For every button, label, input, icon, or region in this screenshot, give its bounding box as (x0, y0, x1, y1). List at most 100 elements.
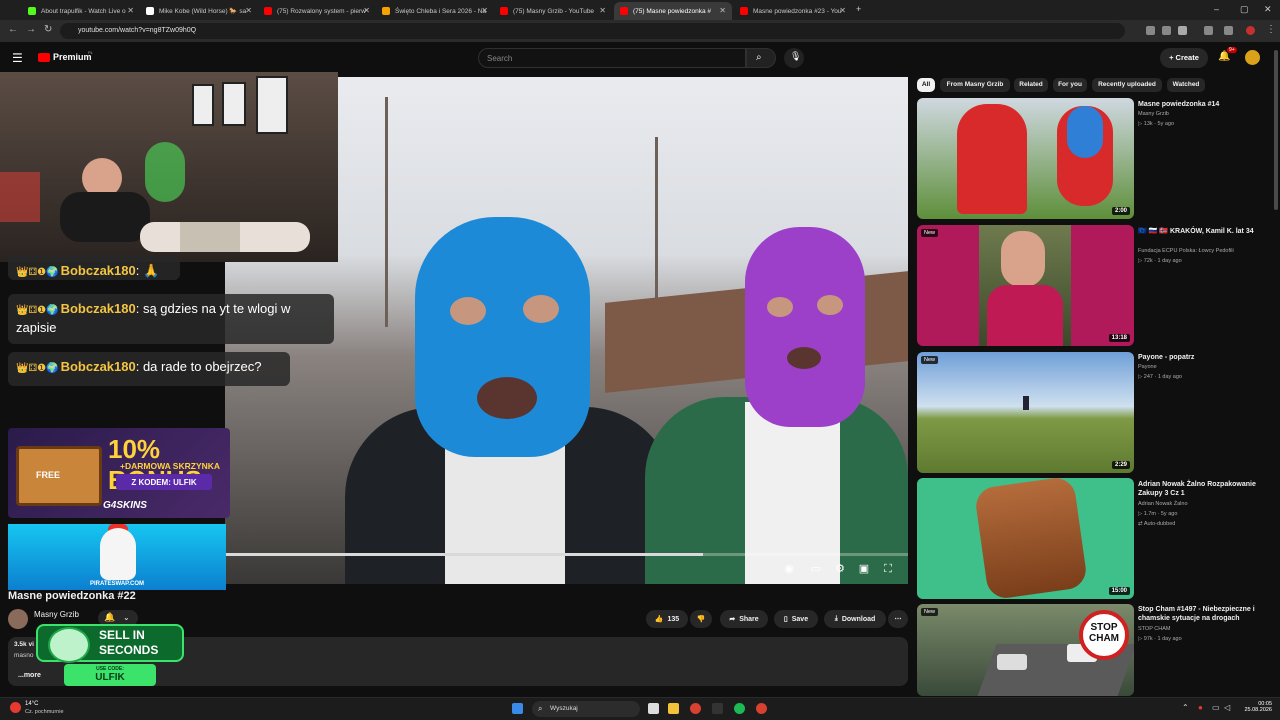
video-thumbnail[interactable]: 2:00 (917, 98, 1134, 219)
windows-start-icon[interactable] (512, 703, 523, 714)
progress-bar[interactable] (225, 553, 908, 556)
thumbs-down-icon: 👎 (696, 616, 706, 623)
close-icon[interactable]: ✕ (363, 6, 370, 15)
new-tab-button[interactable]: + (856, 4, 861, 14)
sidebar-video-title[interactable]: Masne powiedzonka #14 (1138, 100, 1268, 109)
settings-icon[interactable]: ⚙ (834, 563, 846, 575)
taskbar-search[interactable]: ⌕ Wyszukaj (532, 701, 640, 717)
browser-tab[interactable]: (75) Rozwalony system - pierw ✕ (258, 2, 376, 20)
close-icon[interactable]: ✕ (599, 6, 606, 15)
extensions-icon[interactable] (1204, 26, 1213, 35)
task-view-icon[interactable] (648, 703, 659, 714)
more-actions-button[interactable]: ⋯ (888, 610, 908, 628)
maximize-icon[interactable]: ▢ (1240, 4, 1249, 15)
spotify-icon[interactable] (734, 703, 745, 714)
browser-tab[interactable]: Mike Kobe (Wild Horse) 🐎 sa ✕ (140, 2, 258, 20)
chrome-profile-icon[interactable] (756, 703, 767, 714)
video-thumbnail[interactable]: 15:00 (917, 478, 1134, 599)
weather-temp[interactable]: 14°C (25, 701, 38, 707)
browser-tab[interactable]: Masne powiedzonka #23 - You ✕ (734, 2, 852, 20)
forward-icon[interactable]: → (26, 24, 36, 35)
chip-related[interactable]: Related (1014, 78, 1048, 92)
tray-chevron-icon[interactable]: ⌃ (1182, 703, 1189, 712)
save-button[interactable]: ▯ Save (774, 610, 818, 628)
close-icon[interactable]: ✕ (839, 6, 846, 15)
stop-cham-sign: STOP CHAM (1079, 610, 1129, 660)
hamburger-icon[interactable]: ☰ (12, 51, 23, 65)
search-input[interactable]: Search (478, 48, 746, 68)
download-button[interactable]: ⤓ Download (824, 610, 886, 628)
file-explorer-icon[interactable] (668, 703, 679, 714)
desk (180, 222, 240, 252)
sidebar-video-channel[interactable]: Masny Grzib (1138, 111, 1169, 117)
video-thumbnail[interactable]: New 13:18 (917, 225, 1134, 346)
browser-tab[interactable]: Święto Chleba i Sera 2026 - Na ✕ (376, 2, 494, 20)
youtube-icon (620, 7, 628, 15)
subtitles-icon[interactable]: ▭ (810, 563, 822, 575)
reload-icon[interactable]: ↻ (44, 24, 52, 35)
volume-icon[interactable]: ◁ (1224, 703, 1230, 712)
close-icon[interactable]: ✕ (719, 6, 726, 15)
browser-tab-active[interactable]: (75) Masne powiedzonka # ✕ (614, 2, 732, 20)
miniplayer-icon[interactable]: ▣ (858, 563, 870, 575)
cast-icon[interactable] (1162, 26, 1171, 35)
url-field[interactable]: youtube.com/watch?v=ng8TZw09h0Q (60, 23, 1125, 39)
weather-desc[interactable]: Cz. pochmurnie (25, 709, 64, 715)
video-thumbnail[interactable]: New 2:29 (917, 352, 1134, 473)
sidebar-video-title[interactable]: Payone - popatrz (1138, 353, 1268, 362)
youtube-icon (500, 7, 508, 15)
youtube-logo-icon[interactable] (38, 53, 50, 62)
chip-from-channel[interactable]: From Masny Grzib (940, 78, 1010, 92)
new-badge: New (921, 229, 939, 237)
youtube-premium-logo[interactable]: Premium (53, 52, 92, 62)
blue-balaclava (1067, 106, 1103, 158)
scrollbar[interactable] (1274, 50, 1278, 210)
chip-watched[interactable]: Watched (1167, 78, 1205, 92)
weather-icon[interactable] (10, 702, 21, 713)
profile-icon[interactable] (1246, 26, 1255, 35)
autoplay-icon[interactable]: ◉ (783, 563, 795, 575)
star-icon[interactable] (1178, 26, 1187, 35)
minimize-icon[interactable]: – (1214, 4, 1219, 14)
menu-dots-icon[interactable]: ⋮ (1266, 24, 1276, 35)
sidebar-video-title[interactable]: 🇪🇺 🇷🇺 🇳🇴 KRAKÓW, Kamil K. lat 34 (1138, 227, 1268, 236)
close-icon[interactable]: ✕ (481, 6, 488, 15)
chip-for-you[interactable]: For you (1053, 78, 1087, 92)
chip-all[interactable]: All (917, 78, 935, 92)
voice-search-button[interactable]: 🎙 (784, 48, 804, 68)
sidebar-video-meta: ▷ 97k · 1 day ago (1138, 636, 1182, 642)
close-icon[interactable]: ✕ (245, 6, 252, 15)
mic-tray-icon[interactable]: ● (1198, 703, 1203, 712)
share-button[interactable]: ➦ Share (720, 610, 768, 628)
clock[interactable]: 00:05 25.08.2026 (1240, 701, 1272, 713)
close-icon[interactable]: ✕ (127, 6, 134, 15)
channel-name[interactable]: Masny Grzib (34, 610, 79, 619)
sidebar-video-channel[interactable]: Adrian Nowak Żalno (1138, 501, 1188, 507)
sidebar-video-title[interactable]: Stop Cham #1497 - Niebezpieczne i chamsk… (1138, 605, 1268, 623)
video-thumbnail[interactable]: STOP CHAM New (917, 604, 1134, 696)
sidebar-video-channel[interactable]: STOP CHAM (1138, 626, 1171, 632)
channel-avatar[interactable] (8, 609, 28, 629)
browser-tab[interactable]: About trapulfik - Watch Live o ✕ (22, 2, 140, 20)
fullscreen-icon[interactable]: ⛶ (882, 563, 894, 575)
sidebar-video-channel[interactable]: Fundacja ECPU Polska: Łowcy Pedofili (1138, 248, 1234, 254)
close-window-icon[interactable]: ✕ (1264, 4, 1272, 15)
network-icon[interactable]: ▭ (1212, 703, 1220, 712)
chip-recently-uploaded[interactable]: Recently uploaded (1092, 78, 1162, 92)
like-button[interactable]: 👍 135 (646, 610, 688, 628)
new-badge: New (921, 608, 939, 616)
pirateswap-label: PIRATESWAP.COM (89, 581, 145, 587)
dislike-button[interactable]: 👎 (690, 610, 712, 628)
sidebar-video-title[interactable]: Adrian Nowak Żalno Rozpakowanie Zakupy 3… (1138, 480, 1268, 498)
sidepanel-icon[interactable] (1224, 26, 1233, 35)
avatar[interactable] (1245, 50, 1260, 65)
app-icon[interactable] (712, 703, 723, 714)
sidebar-video-channel[interactable]: Payone (1138, 364, 1157, 370)
translate-icon[interactable] (1146, 26, 1155, 35)
back-icon[interactable]: ← (8, 24, 18, 35)
browser-tab[interactable]: (75) Masny Grzib - YouTube ✕ (494, 2, 612, 20)
create-button[interactable]: + Create (1160, 48, 1208, 68)
chrome-icon[interactable] (690, 703, 701, 714)
youtube-icon (740, 7, 748, 15)
search-button[interactable]: ⌕ (746, 48, 776, 68)
